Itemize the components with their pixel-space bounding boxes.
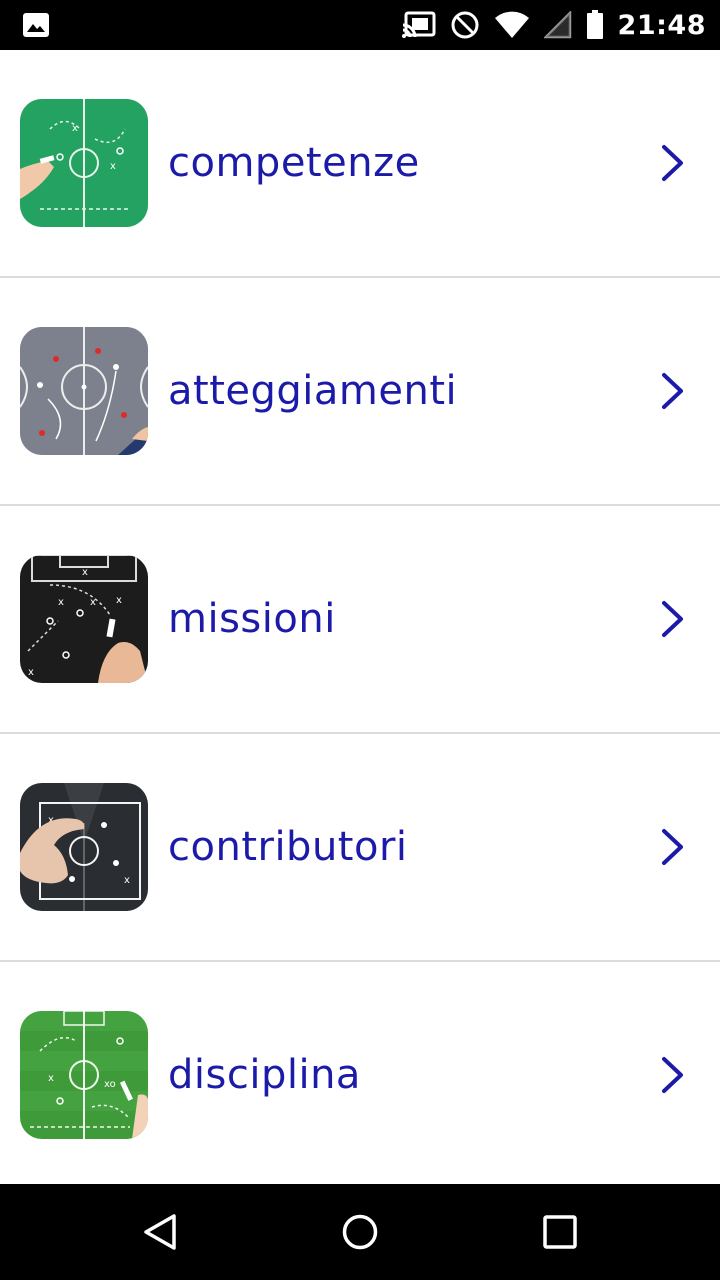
menu-item-contributori[interactable]: x x contributori: [0, 734, 720, 962]
menu-item-atteggiamenti[interactable]: atteggiamenti: [0, 278, 720, 506]
svg-text:x: x: [48, 1073, 54, 1084]
chevron-right-icon: [658, 599, 688, 639]
tactics-board-thumbnail: x x: [20, 783, 148, 911]
chevron-right-icon: [658, 143, 688, 183]
cast-icon: [401, 11, 436, 39]
back-icon[interactable]: [140, 1212, 180, 1252]
menu-item-disciplina[interactable]: x xo disciplina: [0, 962, 720, 1184]
menu-item-label: contributori: [168, 824, 408, 870]
menu-item-missioni[interactable]: x x x x x missioni: [0, 506, 720, 734]
menu-item-label: disciplina: [168, 1052, 361, 1098]
recents-icon[interactable]: [540, 1212, 580, 1252]
svg-text:x: x: [124, 875, 130, 886]
battery-icon: [586, 10, 604, 40]
menu-item-label: competenze: [168, 140, 420, 186]
svg-text:x: x: [72, 123, 78, 134]
svg-text:x: x: [82, 567, 88, 578]
navigation-bar: [0, 1184, 720, 1280]
menu-item-competenze[interactable]: x x competenze: [0, 50, 720, 278]
svg-text:x: x: [28, 667, 34, 678]
svg-text:x: x: [110, 161, 116, 172]
svg-text:x: x: [90, 597, 96, 608]
status-bar: 21:48: [0, 0, 720, 50]
svg-text:xo: xo: [104, 1079, 116, 1090]
menu-item-label: atteggiamenti: [168, 368, 458, 414]
chevron-right-icon: [658, 371, 688, 411]
svg-text:x: x: [116, 595, 122, 606]
tactics-board-thumbnail: [20, 327, 148, 455]
menu-list: x x competenze atteggiamenti x x x x x m…: [0, 50, 720, 1184]
menu-item-label: missioni: [168, 596, 336, 642]
status-time: 21:48: [617, 9, 706, 41]
tactics-board-thumbnail: x x x x x: [20, 555, 148, 683]
wifi-icon: [494, 11, 530, 39]
cell-signal-icon: [543, 11, 572, 39]
chevron-right-icon: [658, 1055, 688, 1095]
do-not-disturb-icon: [450, 10, 480, 40]
image-notification-icon: [22, 12, 50, 38]
svg-text:x: x: [58, 597, 64, 608]
home-icon[interactable]: [340, 1212, 380, 1252]
tactics-board-thumbnail: x x: [20, 99, 148, 227]
chevron-right-icon: [658, 827, 688, 867]
tactics-board-thumbnail: x xo: [20, 1011, 148, 1139]
